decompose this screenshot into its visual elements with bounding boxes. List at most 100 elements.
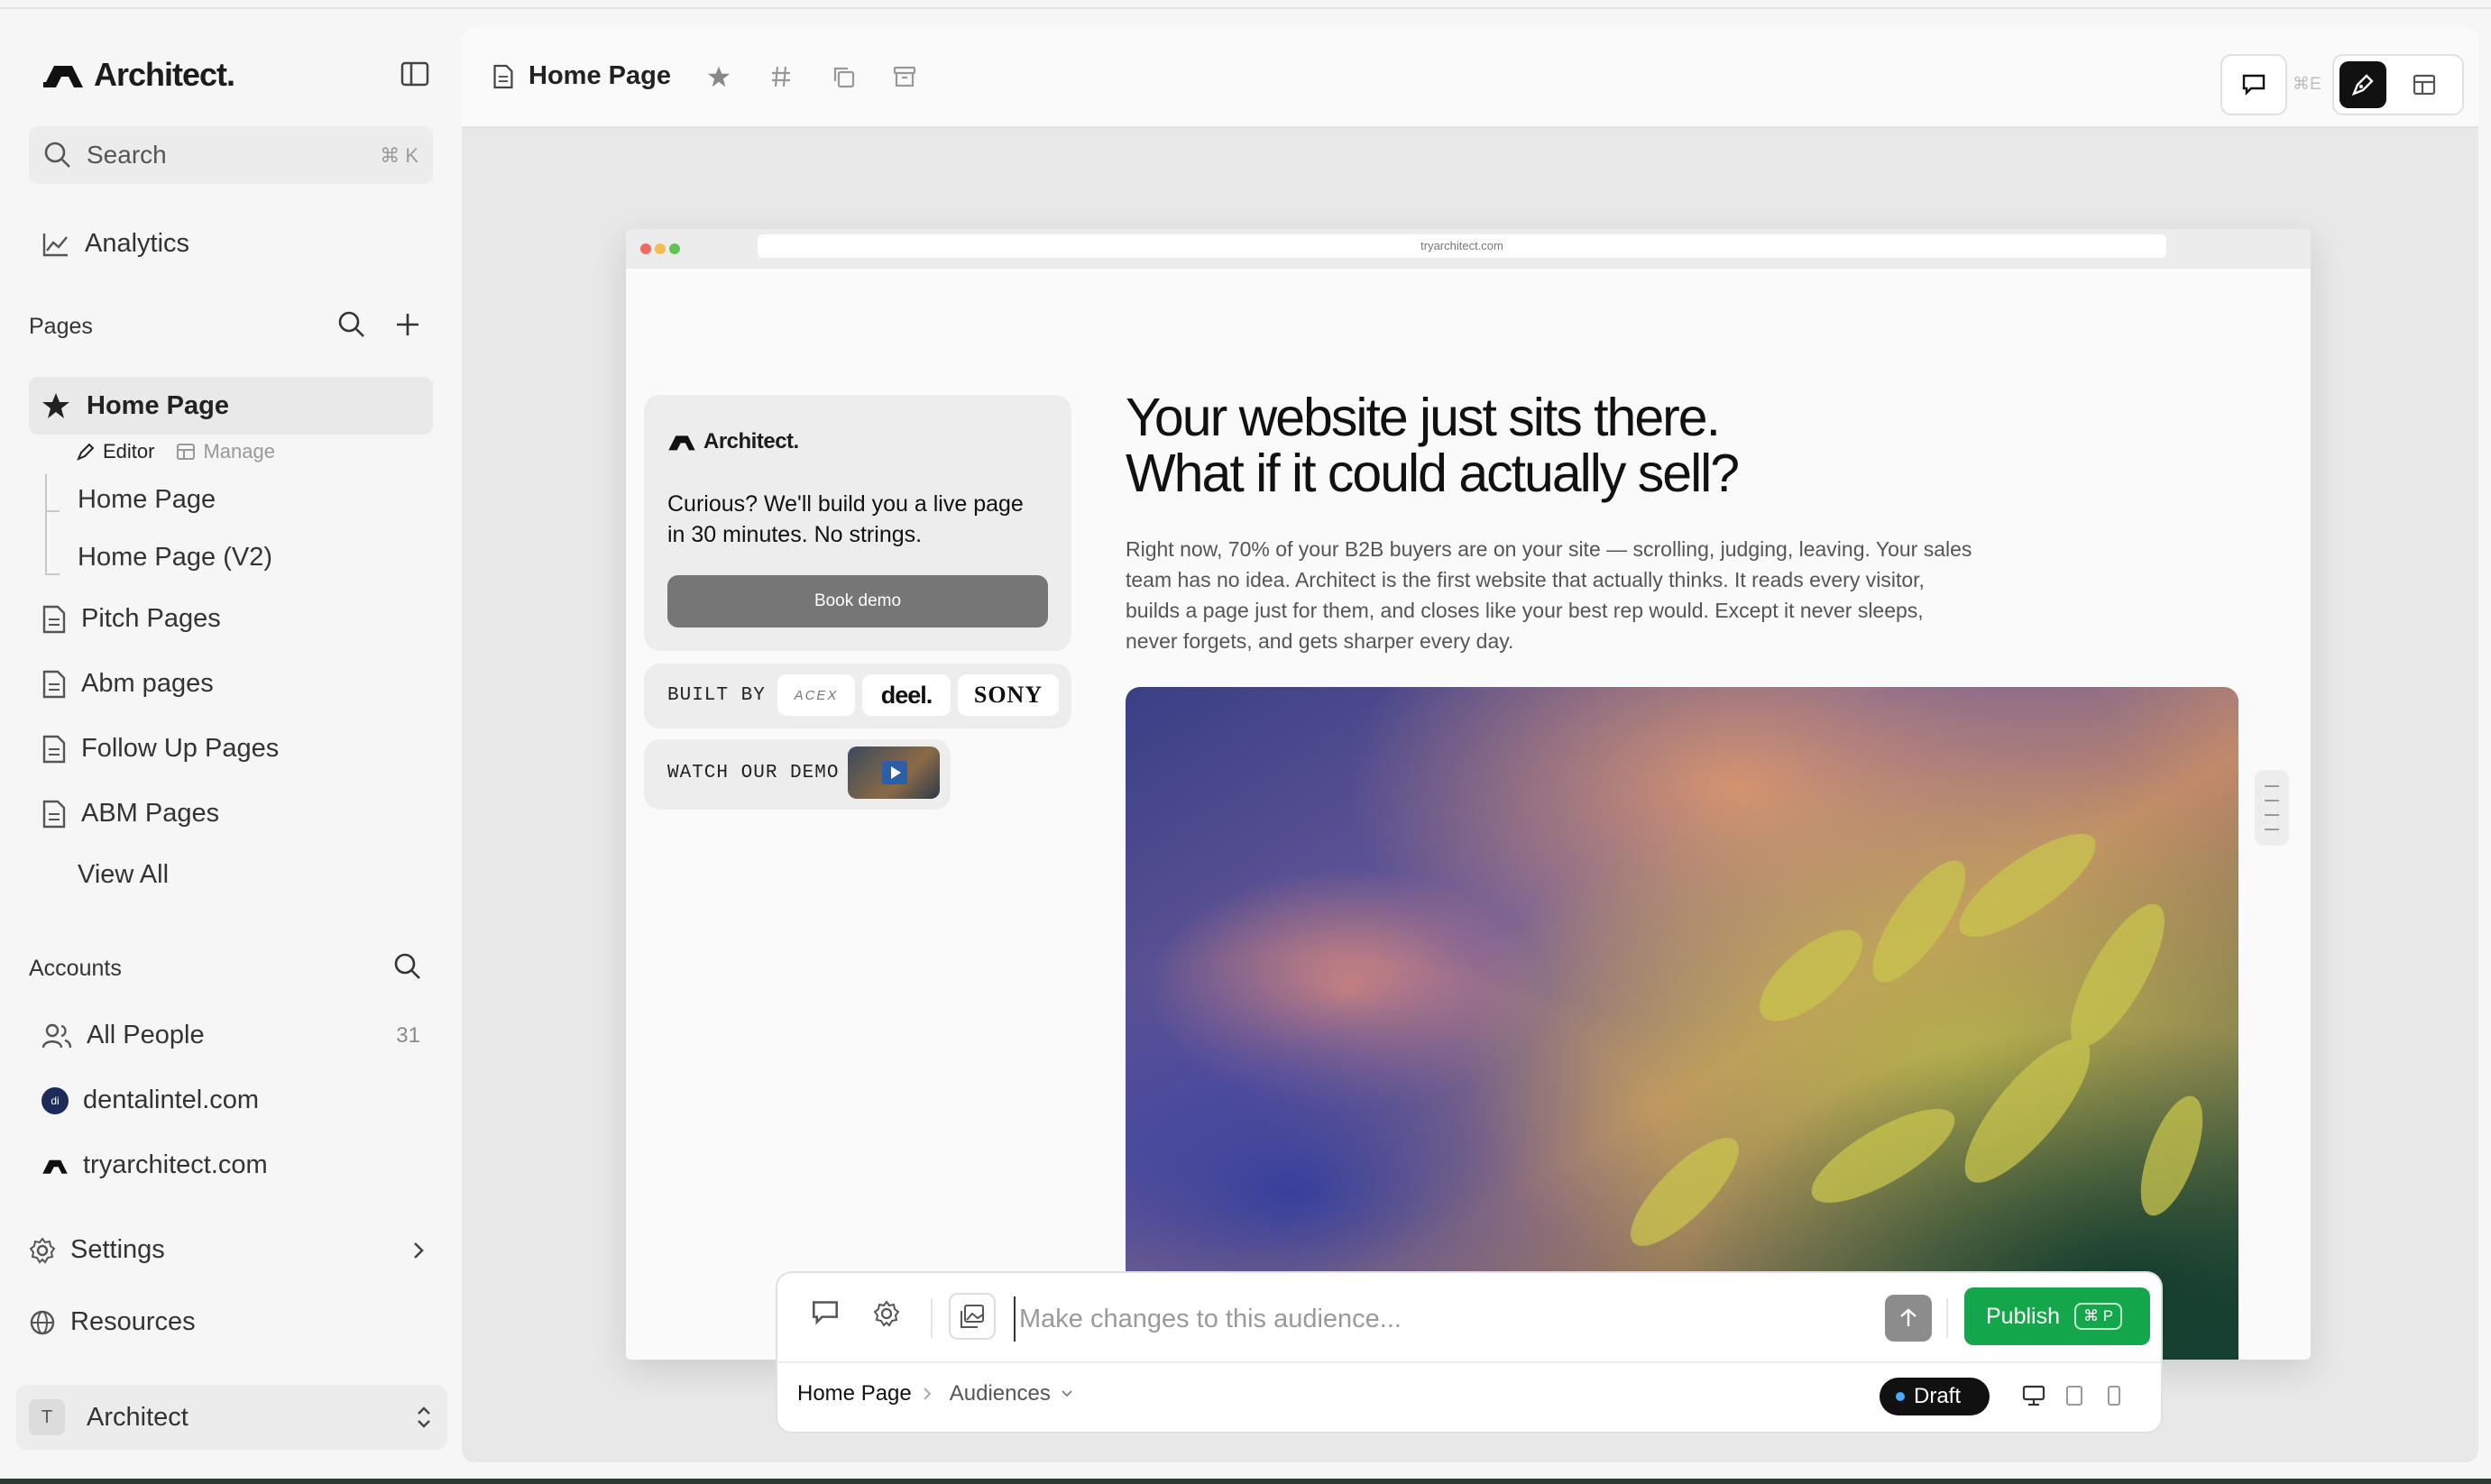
document-icon [42, 800, 66, 828]
section-drag-handle[interactable] [2255, 770, 2289, 846]
tree-branch [45, 573, 60, 575]
archive-icon[interactable] [893, 65, 916, 88]
page-preview[interactable]: tryarchitect.com Architect. Curious? We'… [626, 229, 2311, 1360]
workspace-switcher[interactable]: T Architect [16, 1385, 447, 1450]
arrow-up-icon [1900, 1308, 1917, 1326]
close-dot [640, 243, 651, 254]
publish-shortcut: ⌘ P [2074, 1303, 2123, 1330]
search-placeholder: Search [87, 141, 167, 169]
tree-branch [45, 510, 60, 512]
breadcrumb-page[interactable]: Home Page [797, 1381, 912, 1406]
view-all-link[interactable]: View All [78, 860, 169, 890]
sidebar-item-analytics[interactable]: Analytics [41, 229, 189, 259]
audiences-dropdown[interactable]: Audiences [950, 1381, 1051, 1406]
sidebar-item-abm-pages-2[interactable]: ABM Pages [41, 799, 219, 829]
duplicate-icon[interactable] [832, 65, 855, 88]
comments-view-button[interactable] [2220, 54, 2287, 115]
search-icon [43, 141, 72, 169]
watch-demo-chip[interactable]: WATCH OUR DEMO [644, 739, 951, 810]
variant-home-page-v2[interactable]: Home Page (V2) [78, 543, 272, 573]
star-icon [42, 393, 69, 418]
sidebar-item-pitch-pages[interactable]: Pitch Pages [41, 604, 221, 634]
add-page-icon[interactable] [393, 310, 422, 339]
tablet-preview-icon[interactable] [2065, 1385, 2083, 1406]
tab-manage[interactable]: Manage [176, 440, 275, 463]
chevron-right-icon [924, 1388, 932, 1400]
table-icon [177, 444, 196, 460]
publish-button[interactable]: Publish ⌘ P [1964, 1287, 2150, 1345]
sidebar-toggle-icon[interactable] [400, 61, 429, 87]
accounts-section-label: Accounts [29, 956, 122, 981]
sidebar-item-abm-pages[interactable]: Abm pages [41, 669, 214, 699]
search-accounts-icon[interactable] [393, 952, 422, 981]
table-icon [2413, 74, 2436, 96]
mobile-preview-icon[interactable] [2107, 1385, 2121, 1406]
audience-prompt-input[interactable] [1014, 1296, 1869, 1342]
chevron-down-icon [1062, 1390, 1072, 1397]
comment-icon[interactable] [812, 1300, 839, 1325]
search-input[interactable]: Search ⌘ K [29, 126, 433, 184]
sidebar-item-settings[interactable]: Settings [29, 1235, 426, 1265]
people-count: 31 [396, 1022, 420, 1048]
image-gallery-icon[interactable] [949, 1293, 996, 1340]
sidebar-item-dentalintel[interactable]: di dentalintel.com [41, 1086, 259, 1115]
app-logo[interactable]: Architect. [41, 56, 235, 94]
brand-deel: deel. [862, 674, 951, 716]
url-bar: tryarchitect.com [758, 234, 2166, 258]
hidden-shortcut: ⌘E [2293, 75, 2321, 94]
document-icon [42, 670, 66, 698]
mode-toggle-group [2332, 54, 2464, 115]
book-demo-button[interactable]: Book demo [667, 575, 1048, 627]
hero-subcopy: Right now, 70% of your B2B buyers are on… [1126, 537, 1972, 653]
gear-icon[interactable] [873, 1300, 900, 1327]
divider [931, 1298, 933, 1338]
sidebar-item-label: Analytics [85, 229, 190, 258]
command-bar-footer: Home Page Audiences Draft [776, 1361, 2163, 1434]
selected-page-label: Home Page [87, 391, 229, 420]
page-title: Home Page [529, 61, 671, 90]
sidebar-item-follow-up-pages[interactable]: Follow Up Pages [41, 734, 279, 764]
minimize-dot [655, 243, 666, 254]
document-icon [42, 605, 66, 633]
architect-logo-icon [42, 1159, 68, 1174]
editor-toolbar: Home Page ⌘E [462, 27, 2478, 128]
pen-tool-icon [2351, 74, 2374, 96]
hash-icon[interactable] [770, 65, 792, 88]
sidebar-item-tryarchitect[interactable]: tryarchitect.com [41, 1150, 268, 1180]
divider [1946, 1298, 1948, 1338]
command-bar: Publish ⌘ P [776, 1271, 2163, 1365]
built-by-label: BUILT BY [667, 685, 766, 706]
desktop-preview-icon[interactable] [2022, 1385, 2045, 1406]
document-icon [42, 735, 66, 763]
play-icon [882, 761, 907, 784]
table-mode-button[interactable] [2401, 61, 2448, 108]
chart-line-icon [42, 233, 68, 256]
tab-editor[interactable]: Editor [76, 440, 154, 463]
page-sub-tabs: Editor Manage [76, 440, 275, 463]
gear-icon [29, 1236, 56, 1264]
sidebar-item-all-people[interactable]: All People 31 [41, 1021, 420, 1050]
workspace-avatar: T [29, 1399, 65, 1435]
edit-mode-button[interactable] [2339, 61, 2386, 108]
breadcrumb: Home Page Audiences [797, 1381, 1074, 1406]
cta-card: Architect. Curious? We'll build you a li… [644, 395, 1071, 651]
card-text: Curious? We'll build you a live page in … [667, 491, 1024, 547]
tree-connector [45, 474, 47, 575]
sidebar-item-resources[interactable]: Resources [29, 1307, 196, 1337]
demo-video-thumbnail[interactable] [848, 747, 940, 799]
status-badge: Draft [1880, 1378, 1990, 1415]
watch-demo-label: WATCH OUR DEMO [667, 763, 840, 783]
sidebar-item-home-page[interactable]: Home Page [29, 377, 433, 435]
globe-icon [30, 1310, 55, 1334]
app-name: Architect. [94, 56, 235, 93]
send-button[interactable] [1885, 1295, 1932, 1342]
variant-home-page[interactable]: Home Page [78, 485, 216, 515]
window-top-edge [0, 0, 2491, 9]
hero-headline: Your website just sits there. What if it… [1126, 388, 1740, 503]
dentalintel-logo-icon: di [41, 1086, 69, 1114]
maximize-dot [669, 243, 680, 254]
brand-sony: SONY [958, 674, 1059, 716]
search-pages-icon[interactable] [337, 310, 366, 339]
favorite-star-icon[interactable] [707, 65, 731, 88]
search-shortcut: ⌘ K [380, 144, 418, 167]
